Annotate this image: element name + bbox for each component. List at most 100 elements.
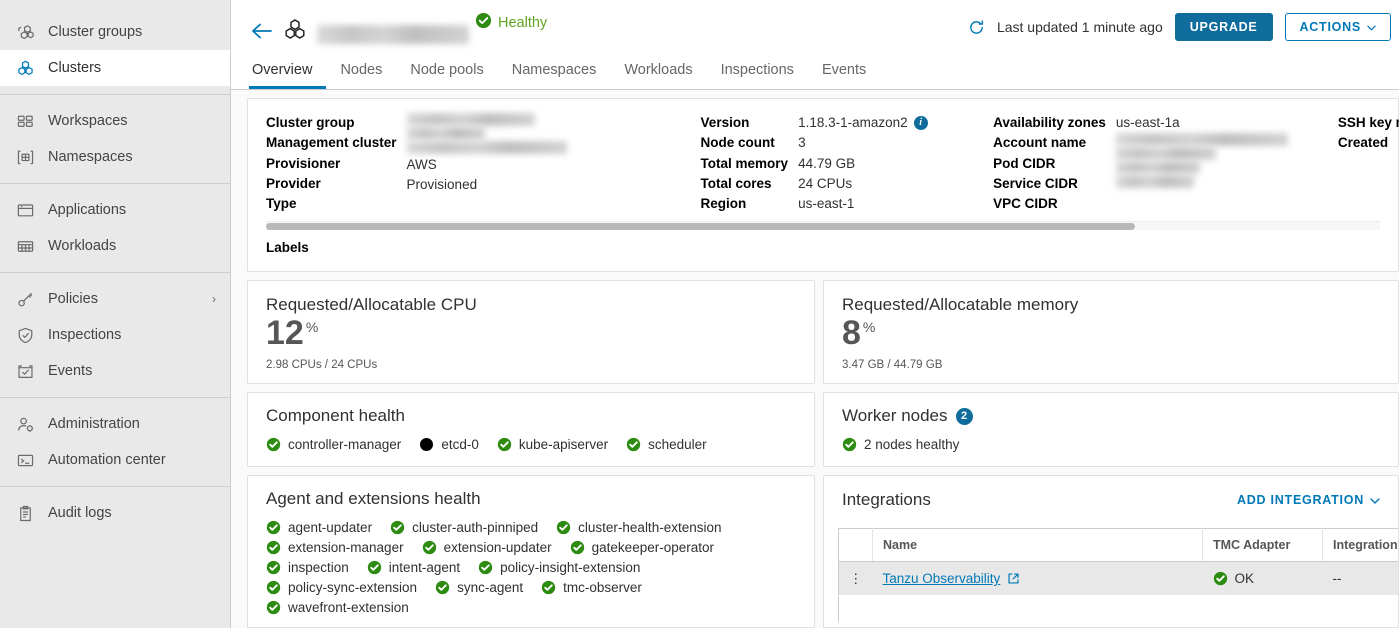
sidebar-item-namespaces[interactable]: Namespaces — [0, 139, 230, 175]
cluster-groups-icon — [16, 23, 35, 42]
memory-card-subtext: 3.47 GB / 44.79 GB — [842, 359, 943, 372]
sidebar-item-administration[interactable]: Administration — [0, 406, 230, 442]
agent-health-list: agent-updater cluster-auth-pinniped cluste… — [266, 520, 778, 615]
sidebar-item-inspections[interactable]: Inspections — [0, 317, 230, 353]
redacted-value — [1115, 175, 1194, 189]
check-circle-icon — [626, 437, 641, 452]
tab-workloads[interactable]: Workloads — [610, 62, 706, 89]
events-icon — [16, 362, 35, 381]
sidebar-item-applications[interactable]: Applications — [0, 192, 230, 228]
actions-button[interactable]: ACTIONS — [1284, 13, 1391, 41]
worker-nodes-count-badge: 2 — [955, 407, 973, 425]
health-chip-label: tmc-observer — [563, 580, 642, 596]
add-integration-button[interactable]: ADD INTEGRATION — [1237, 493, 1380, 507]
info-icon[interactable]: i — [913, 115, 928, 130]
sidebar-group: Workspaces Namespaces — [0, 99, 230, 179]
sidebar-item-label: Administration — [48, 416, 140, 432]
check-circle-icon — [842, 437, 857, 452]
details-column-general: Cluster group Management cluster Provision… — [266, 113, 657, 213]
column-header-name[interactable]: Name — [872, 528, 1203, 563]
detail-key: Node count — [700, 135, 775, 151]
scrollbar-thumb[interactable] — [266, 223, 1135, 231]
detail-value-text: 3 — [798, 135, 806, 151]
integration-name-link[interactable]: Tanzu Observability — [883, 571, 1001, 586]
empty-cell — [1322, 595, 1398, 622]
sidebar-group: Applications Workloads — [0, 188, 230, 268]
component-health-card: Component health controller-manager etcd-… — [247, 392, 815, 468]
health-chip: extension-updater — [422, 540, 552, 555]
sidebar-item-workloads[interactable]: Workloads — [0, 228, 230, 264]
detail-value-text: 44.79 GB — [798, 155, 856, 171]
sidebar-item-workspaces[interactable]: Workspaces — [0, 103, 230, 139]
redacted-value — [406, 127, 485, 140]
detail-value: us-east-1a — [1116, 113, 1316, 132]
memory-percent-value: 8 — [842, 314, 861, 353]
tab-events[interactable]: Events — [808, 62, 880, 89]
check-circle-icon — [541, 580, 556, 595]
clusters-icon — [16, 59, 35, 78]
detail-key: Total memory — [700, 155, 789, 171]
table-row[interactable]: ⋮ Tanzu Observability OK -- — [838, 561, 1398, 597]
health-chip: policy-insight-extension — [478, 560, 640, 575]
detail-key: Total cores — [700, 175, 772, 191]
unknown-status-icon — [420, 438, 434, 452]
health-chip-label: wavefront-extension — [288, 600, 409, 616]
tab-inspections[interactable]: Inspections — [707, 62, 808, 89]
detail-keys: Availability zones Account name Pod CIDR Se… — [993, 113, 1106, 213]
health-chip: cluster-auth-pinniped — [390, 520, 538, 535]
detail-values: AWS Provisioned — [406, 113, 657, 213]
detail-key: Pod CIDR — [993, 155, 1056, 171]
redacted-value — [406, 141, 567, 154]
applications-icon — [16, 201, 35, 220]
health-chip-label: scheduler — [648, 437, 707, 453]
health-chip-label: sync-agent — [457, 580, 524, 596]
chevron-right-icon[interactable]: › — [212, 293, 216, 305]
sidebar-item-events[interactable]: Events — [0, 353, 230, 389]
workloads-icon — [16, 237, 35, 256]
details-column-network: Availability zones Account name Pod CIDR Se… — [993, 113, 1316, 213]
health-chip-label: gatekeeper-operator — [591, 540, 714, 556]
back-arrow-icon[interactable] — [249, 18, 275, 44]
redacted-value — [1115, 147, 1216, 161]
policies-icon — [16, 290, 35, 309]
sidebar-item-audit-logs[interactable]: Audit logs — [0, 495, 230, 531]
sidebar-item-label: Cluster groups — [48, 24, 143, 40]
horizontal-scrollbar[interactable] — [266, 221, 1380, 231]
detail-key: Provider — [266, 175, 321, 191]
detail-value — [1115, 175, 1316, 189]
worker-nodes-card: Worker nodes 2 2 nodes healthy — [823, 392, 1399, 468]
tab-namespaces[interactable]: Namespaces — [498, 62, 611, 89]
refresh-icon[interactable] — [968, 19, 985, 36]
column-header-integration-wavefront[interactable]: Integration W — [1322, 528, 1398, 563]
health-chip: cluster-health-extension — [556, 520, 721, 535]
sidebar-item-automation-center[interactable]: Automation center — [0, 442, 230, 478]
health-chip-label: extension-manager — [288, 540, 404, 556]
detail-key: Availability zones — [993, 115, 1106, 130]
empty-cell — [1202, 595, 1323, 622]
row-actions-menu[interactable]: ⋮ — [838, 561, 873, 597]
upgrade-button[interactable]: UPGRADE — [1174, 13, 1273, 41]
sidebar-item-label: Applications — [48, 202, 127, 218]
sidebar-item-label: Policies — [48, 291, 98, 307]
empty-cell — [872, 595, 1203, 622]
external-link-icon[interactable] — [1007, 572, 1020, 585]
detail-value — [406, 127, 657, 140]
health-chip: scheduler — [626, 437, 707, 452]
sidebar-item-policies[interactable]: Policies › — [0, 281, 230, 317]
sidebar-divider — [0, 272, 230, 273]
labels-title: Labels — [266, 240, 309, 256]
column-header-tmc-adapter[interactable]: TMC Adapter — [1202, 528, 1323, 563]
sidebar-item-cluster-groups[interactable]: Cluster groups — [0, 14, 230, 50]
detail-value: 44.79 GB — [798, 154, 963, 173]
sidebar-item-label: Clusters — [48, 60, 102, 76]
health-chip-label: cluster-auth-pinniped — [412, 520, 539, 536]
sidebar-item-clusters[interactable]: Clusters — [0, 50, 230, 86]
tab-node-pools[interactable]: Node pools — [396, 62, 497, 89]
detail-key: Cluster group — [266, 115, 355, 130]
tab-nodes[interactable]: Nodes — [326, 62, 396, 89]
sidebar-item-label: Workloads — [48, 238, 117, 254]
tab-overview[interactable]: Overview — [249, 62, 327, 89]
health-chip: etcd-0 — [419, 437, 479, 452]
sidebar-divider — [0, 94, 230, 95]
detail-key: SSH key name — [1337, 115, 1399, 130]
